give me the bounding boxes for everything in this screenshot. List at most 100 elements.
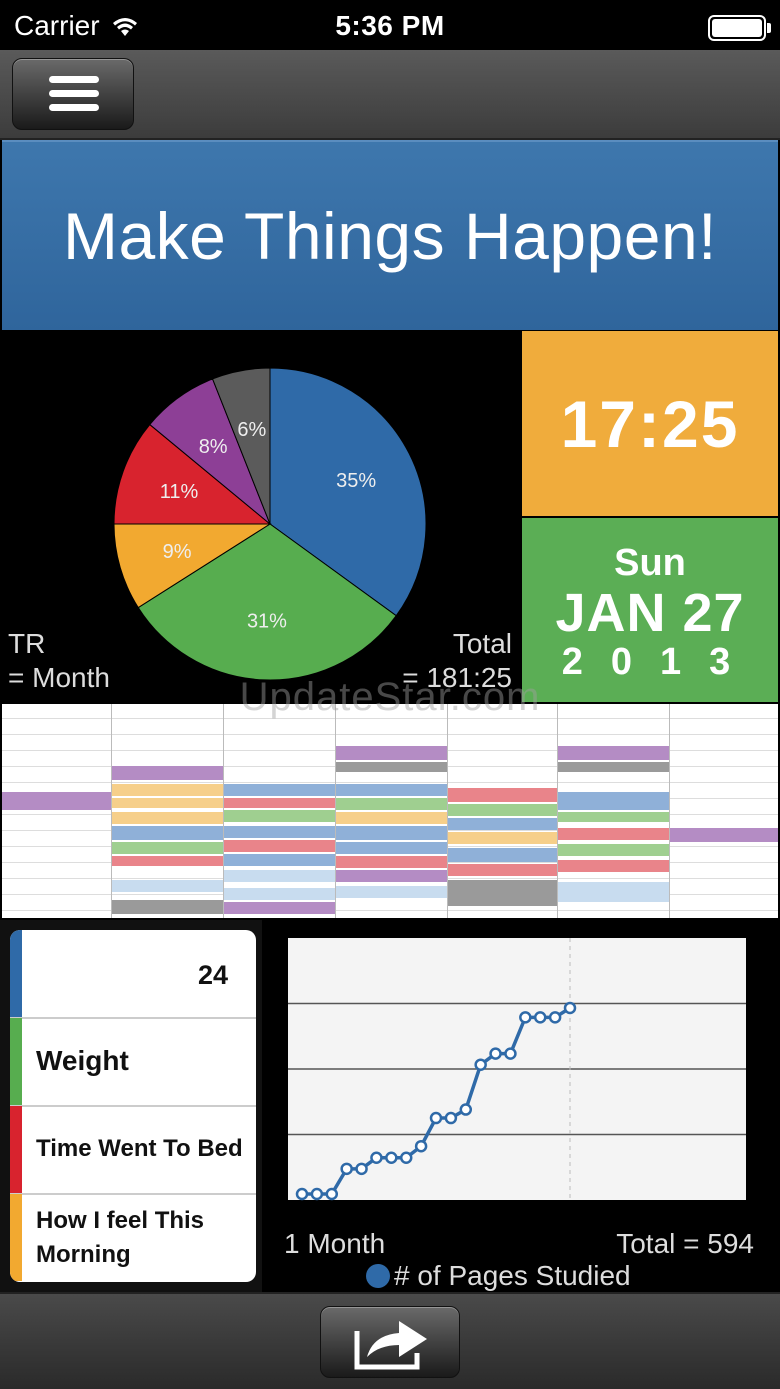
calendar-event-block[interactable] [336,886,448,898]
calendar-event-block[interactable] [224,888,336,900]
share-button[interactable] [320,1306,460,1378]
calendar-event-block[interactable] [670,828,778,842]
calendar-event-block[interactable] [112,784,224,796]
calendar-event-block[interactable] [112,826,224,840]
calendar-event-block[interactable] [336,826,448,840]
calendar-event-block[interactable] [558,762,670,772]
calendar-event-block[interactable] [448,804,558,816]
data-point [355,1162,368,1176]
pages-line-chart-widget[interactable]: 1 Month Total = 594 # of Pages Studied [262,920,780,1292]
time-pie-widget[interactable]: 35% 31% 9% 11% 8% 6% TR = Month Total = 181:2… [2,331,518,702]
pie-slice-label: 6% [237,419,266,441]
calendar-event-block[interactable] [558,828,670,840]
date-month-day: JAN 27 [555,583,745,643]
calendar-event-block[interactable] [112,900,224,914]
tracker-color-stripe [10,1018,22,1105]
calendar-event-block[interactable] [558,746,670,760]
calendar-event-block[interactable] [448,880,558,906]
week-calendar[interactable] [2,704,778,918]
data-point [533,1011,547,1024]
battery-icon [708,15,771,41]
data-point [474,1058,487,1071]
line-chart [288,938,746,1201]
date-day: Sun [614,542,686,584]
data-point [325,1187,339,1201]
tracker-value: 24 [197,960,228,990]
tracker-item[interactable]: How I feel This Morning [10,1194,256,1281]
tracker-label: Weight [36,1045,129,1076]
calendar-event-block[interactable] [224,902,336,914]
share-icon [354,1321,427,1370]
data-point [370,1151,383,1164]
calendar-event-block[interactable] [224,854,336,866]
calendar-day-column [669,704,670,918]
calendar-event-block[interactable] [336,870,448,882]
calendar-event-block[interactable] [336,784,448,796]
calendar-event-block[interactable] [112,766,224,780]
calendar-event-block[interactable] [336,812,448,824]
data-point [295,1187,309,1201]
calendar-event-block[interactable] [336,842,448,854]
calendar-event-block[interactable] [112,798,224,808]
pie-slice-label: 31% [247,611,287,633]
data-point [399,1151,413,1164]
calendar-event-block[interactable] [448,832,558,844]
legend-dot-icon [366,1264,390,1288]
data-point [340,1162,353,1176]
calendar-event-block[interactable] [112,812,224,824]
tracker-color-stripe [10,930,22,1017]
tracker-label: How I feel This Morning [36,1207,205,1268]
clock-time: 17:25 [560,386,740,461]
data-point [459,1103,473,1116]
menu-button[interactable] [12,58,134,130]
calendar-event-block[interactable] [112,880,224,892]
status-time: 5:36 PM [335,10,445,41]
calendar-event-block[interactable] [224,798,336,808]
calendar-event-block[interactable] [2,792,112,810]
tracker-item[interactable]: Weight [10,1018,256,1107]
calendar-event-block[interactable] [558,860,670,872]
calendar-event-block[interactable] [448,788,558,802]
clock-tile[interactable]: 17:25 [522,331,778,516]
data-point [548,1011,562,1024]
chart-period-label: 1 Month [284,1228,386,1259]
calendar-event-block[interactable] [336,798,448,810]
tracker-label: Time Went To Bed [36,1135,243,1162]
calendar-event-block[interactable] [558,844,670,856]
calendar-event-block[interactable] [336,762,448,772]
pie-period-line1: TR [8,628,46,659]
calendar-event-block[interactable] [112,842,224,854]
motivation-banner[interactable]: Make Things Happen! [2,140,778,330]
calendar-event-block[interactable] [224,840,336,852]
calendar-event-block[interactable] [112,856,224,866]
data-point [429,1111,443,1125]
calendar-event-block[interactable] [448,848,558,862]
calendar-event-block[interactable] [336,746,448,760]
calendar-event-block[interactable] [448,818,558,830]
data-point [489,1047,502,1060]
calendar-event-block[interactable] [224,826,336,838]
tracker-item[interactable]: 24 [10,930,256,1019]
calendar-event-block[interactable] [558,882,670,902]
calendar-event-block[interactable] [558,812,670,822]
data-point [385,1151,398,1164]
pie-total-line1: Total [452,628,512,659]
calendar-event-block[interactable] [448,864,558,876]
tracker-list: 24 Weight Time Went To Bed How I feel Th… [10,930,256,1282]
data-point [504,1047,517,1060]
tracker-item[interactable]: Time Went To Bed [10,1106,256,1195]
calendar-day-column [335,704,336,918]
chart-total-label: Total = 594 [616,1228,754,1259]
pie-slice-label: 11% [160,481,199,503]
pie-slice-label: 35% [336,470,376,492]
chart-legend: # of Pages Studied [366,1260,631,1292]
status-bar: Carrier 5:36 PM [0,0,780,50]
calendar-event-block[interactable] [558,792,670,810]
calendar-row-line [2,782,778,783]
calendar-event-block[interactable] [224,784,336,796]
calendar-event-block[interactable] [336,856,448,868]
bottom-toolbar [0,1292,780,1389]
top-toolbar [0,50,780,140]
calendar-event-block[interactable] [224,870,336,882]
calendar-event-block[interactable] [224,810,336,822]
